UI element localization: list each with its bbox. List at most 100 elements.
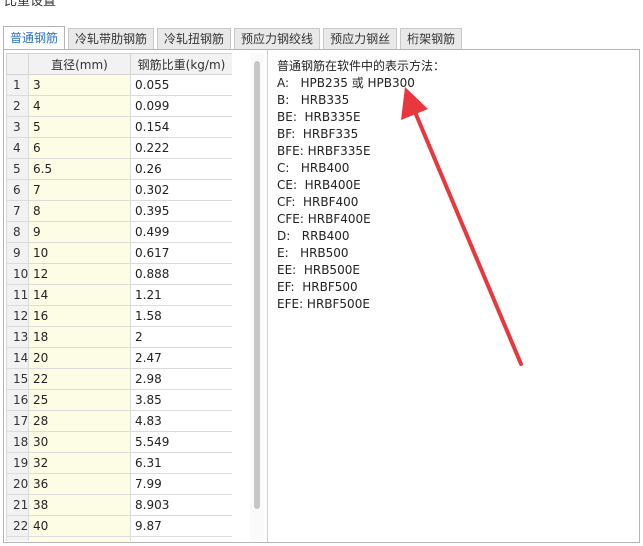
table-row[interactable]: 21 38 8.903	[6, 494, 232, 516]
table-row[interactable]: 8 9 0.499	[6, 221, 232, 243]
diameter-cell[interactable]: 14	[28, 284, 131, 306]
weight-cell[interactable]: 6.31	[130, 452, 232, 474]
diameter-cell[interactable]: 22	[28, 368, 131, 390]
tab-cold-rolled-twisted[interactable]: 冷轧扭钢筋	[157, 28, 232, 49]
weight-cell[interactable]: 0.055	[130, 74, 232, 96]
table-row[interactable]: 19 32 6.31	[6, 452, 232, 474]
weight-cell[interactable]: 0.499	[130, 221, 232, 243]
diameter-cell[interactable]: 3	[28, 74, 131, 96]
diameter-cell[interactable]: 5	[28, 116, 131, 138]
tab-cold-rolled-ribbed[interactable]: 冷轧带肋钢筋	[68, 28, 155, 49]
notation-list: A: HPB235 或 HPB300 B: HRB335 BE: HRB335E BF…	[277, 75, 632, 313]
weight-cell[interactable]: 4.83	[130, 410, 232, 432]
table-row[interactable]: 22 40 9.87	[6, 515, 232, 537]
weight-cell[interactable]: 0.26	[130, 158, 232, 180]
table-row[interactable]: 5 6.5 0.26	[6, 158, 232, 180]
weight-column-header[interactable]: 钢筋比重(kg/m)	[130, 53, 232, 75]
diameter-cell[interactable]: 6	[28, 137, 131, 159]
diameter-cell[interactable]: 32	[28, 452, 131, 474]
weight-cell[interactable]: 0.395	[130, 200, 232, 222]
table-row[interactable]: 17 28 4.83	[6, 410, 232, 432]
diameter-cell[interactable]: 16	[28, 305, 131, 327]
diameter-cell[interactable]: 36	[28, 473, 131, 495]
weight-cell[interactable]: 0.617	[130, 242, 232, 264]
weight-cell[interactable]: 0.154	[130, 116, 232, 138]
diameter-cell[interactable]: 38	[28, 494, 131, 516]
row-number: 1	[6, 74, 29, 96]
window-title: 比重设置	[4, 0, 57, 9]
table-row[interactable]	[6, 536, 232, 541]
scrollbar-thumb[interactable]	[254, 61, 260, 509]
table-row[interactable]: 3 5 0.154	[6, 116, 232, 138]
table-row[interactable]: 2 4 0.099	[6, 95, 232, 117]
table-row[interactable]: 16 25 3.85	[6, 389, 232, 411]
row-number: 16	[6, 389, 29, 411]
diameter-cell[interactable]: 20	[28, 347, 131, 369]
table-row[interactable]: 20 36 7.99	[6, 473, 232, 495]
row-number: 7	[6, 200, 29, 222]
diameter-cell[interactable]: 9	[28, 221, 131, 243]
weight-cell[interactable]: 2.47	[130, 347, 232, 369]
vertical-scrollbar[interactable]	[250, 53, 264, 541]
table-row[interactable]: 18 30 5.549	[6, 431, 232, 453]
weight-cell[interactable]	[130, 536, 232, 541]
table-row[interactable]: 14 20 2.47	[6, 347, 232, 369]
weight-cell[interactable]: 7.99	[130, 473, 232, 495]
weight-cell[interactable]: 3.85	[130, 389, 232, 411]
table-row[interactable]: 4 6 0.222	[6, 137, 232, 159]
weight-cell[interactable]: 0.888	[130, 263, 232, 285]
diameter-cell[interactable]: 40	[28, 515, 131, 537]
tab-bar: 普通钢筋 冷轧带肋钢筋 冷轧扭钢筋 预应力钢绞线 预应力钢丝 桁架钢筋	[3, 26, 463, 49]
notation-line: BE: HRB335E	[277, 110, 361, 124]
row-number: 3	[6, 116, 29, 138]
row-number: 8	[6, 221, 29, 243]
tab-truss-rebar[interactable]: 桁架钢筋	[400, 28, 463, 49]
tab-prestressed-strand[interactable]: 预应力钢绞线	[234, 28, 321, 49]
table-header-row: 直径(mm) 钢筋比重(kg/m)	[6, 53, 232, 75]
diameter-cell[interactable]: 28	[28, 410, 131, 432]
notation-line: BFE: HRBF335E	[277, 144, 371, 158]
diameter-cell[interactable]: 4	[28, 95, 131, 117]
table-row[interactable]: 6 7 0.302	[6, 179, 232, 201]
row-number: 2	[6, 95, 29, 117]
diameter-cell[interactable]: 18	[28, 326, 131, 348]
weight-cell[interactable]: 0.222	[130, 137, 232, 159]
panel-divider	[267, 50, 268, 542]
table-row[interactable]: 12 16 1.58	[6, 305, 232, 327]
diameter-cell[interactable]: 25	[28, 389, 131, 411]
weight-table: 直径(mm) 钢筋比重(kg/m) 1 3 0.055 2 4 0.099 3 5 0.154 4…	[6, 53, 232, 541]
weight-cell[interactable]: 0.302	[130, 179, 232, 201]
table-row[interactable]: 15 22 2.98	[6, 368, 232, 390]
table-row[interactable]: 7 8 0.395	[6, 200, 232, 222]
row-number: 17	[6, 410, 29, 432]
table-row[interactable]: 1 3 0.055	[6, 74, 232, 96]
table-row[interactable]: 10 12 0.888	[6, 263, 232, 285]
diameter-cell[interactable]	[28, 536, 131, 541]
weight-cell[interactable]: 9.87	[130, 515, 232, 537]
table-row[interactable]: 13 18 2	[6, 326, 232, 348]
diameter-cell[interactable]: 8	[28, 200, 131, 222]
weight-cell[interactable]: 1.58	[130, 305, 232, 327]
table-row[interactable]: 11 14 1.21	[6, 284, 232, 306]
tab-prestressed-wire[interactable]: 预应力钢丝	[323, 28, 398, 49]
weight-cell[interactable]: 1.21	[130, 284, 232, 306]
row-number: 14	[6, 347, 29, 369]
row-number: 13	[6, 326, 29, 348]
weight-cell[interactable]: 8.903	[130, 494, 232, 516]
notation-line: EF: HRBF500	[277, 280, 358, 294]
diameter-cell[interactable]: 10	[28, 242, 131, 264]
weight-cell[interactable]: 0.099	[130, 95, 232, 117]
diameter-cell[interactable]: 30	[28, 431, 131, 453]
diameter-column-header[interactable]: 直径(mm)	[28, 53, 131, 75]
diameter-cell[interactable]: 6.5	[28, 158, 131, 180]
weight-cell[interactable]: 2.98	[130, 368, 232, 390]
table-row[interactable]: 9 10 0.617	[6, 242, 232, 264]
weight-cell[interactable]: 5.549	[130, 431, 232, 453]
weight-table-container: 直径(mm) 钢筋比重(kg/m) 1 3 0.055 2 4 0.099 3 5 0.154 4…	[6, 53, 232, 541]
row-number: 19	[6, 452, 29, 474]
tab-normal-rebar[interactable]: 普通钢筋	[3, 26, 66, 49]
notation-heading: 普通钢筋在软件中的表示方法：	[277, 59, 446, 73]
diameter-cell[interactable]: 12	[28, 263, 131, 285]
weight-cell[interactable]: 2	[130, 326, 232, 348]
diameter-cell[interactable]: 7	[28, 179, 131, 201]
